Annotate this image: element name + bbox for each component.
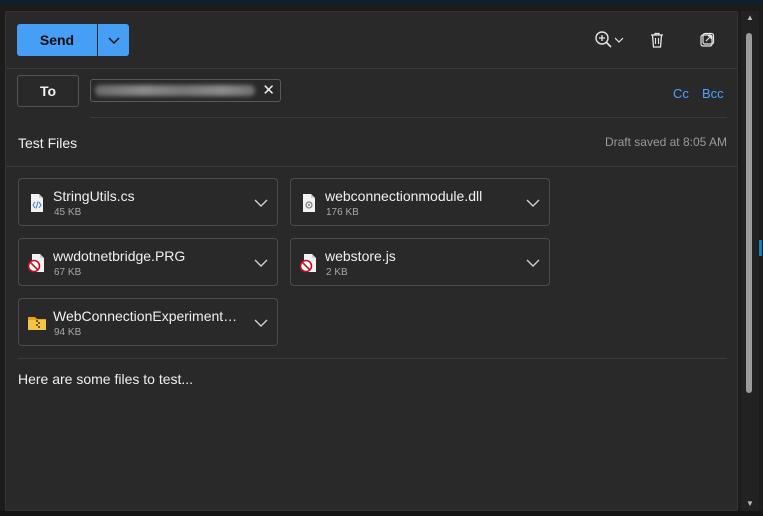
attachment-size: 45 KB xyxy=(54,207,82,218)
attachment-card[interactable]: StringUtils.cs 45 KB xyxy=(18,178,278,226)
recipient-divider xyxy=(90,117,727,118)
chevron-down-icon[interactable] xyxy=(253,315,269,331)
to-button[interactable]: To xyxy=(17,75,79,107)
recipient-chip[interactable]: ✕ xyxy=(90,79,281,102)
attachment-card[interactable]: webstore.js 2 KB xyxy=(290,238,550,286)
zoom-button[interactable] xyxy=(591,30,627,50)
delete-button[interactable] xyxy=(647,30,667,50)
send-button[interactable]: Send xyxy=(17,24,97,56)
settings-file-icon xyxy=(303,194,315,212)
zip-folder-icon xyxy=(28,317,46,330)
recipient-address-redacted xyxy=(95,85,255,96)
zoom-in-icon xyxy=(595,31,612,48)
attachment-card[interactable]: WebConnectionExperimental... 94 KB xyxy=(18,298,278,346)
attachment-size: 176 KB xyxy=(326,207,359,218)
chevron-down-icon xyxy=(614,37,624,43)
pop-out-icon xyxy=(700,32,715,47)
attachment-name: StringUtils.cs xyxy=(53,188,135,204)
attachment-size: 2 KB xyxy=(326,267,348,278)
window-top-strip xyxy=(0,0,763,4)
pop-out-button[interactable] xyxy=(697,30,717,50)
scroll-thumb[interactable] xyxy=(746,33,752,393)
attachments-divider xyxy=(18,358,727,359)
blocked-file-icon xyxy=(299,254,316,273)
blocked-file-icon xyxy=(27,254,44,273)
remove-recipient-icon[interactable]: ✕ xyxy=(262,82,275,99)
draft-status: Draft saved at 8:05 AM xyxy=(604,135,727,149)
chevron-down-icon[interactable] xyxy=(253,255,269,271)
window-edge-marker xyxy=(759,240,762,256)
scrollbar[interactable]: ▲ ▼ xyxy=(741,11,759,511)
delete-icon xyxy=(651,32,663,48)
message-body[interactable]: Here are some files to test... xyxy=(18,371,193,387)
attachment-name: WebConnectionExperimental... xyxy=(53,308,243,324)
chevron-down-icon[interactable] xyxy=(525,255,541,271)
scroll-up-icon[interactable]: ▲ xyxy=(745,13,755,23)
attachment-name: webstore.js xyxy=(325,248,396,264)
attachment-name: wwdotnetbridge.PRG xyxy=(53,248,186,264)
chevron-down-icon xyxy=(108,37,119,44)
attachment-size: 94 KB xyxy=(54,327,82,338)
attachment-card[interactable]: wwdotnetbridge.PRG 67 KB xyxy=(18,238,278,286)
attachment-card[interactable]: webconnectionmodule.dll 176 KB xyxy=(290,178,550,226)
cc-link[interactable]: Cc xyxy=(673,86,689,101)
code-file-icon xyxy=(31,194,43,212)
send-options-button[interactable] xyxy=(98,24,129,56)
subject-field[interactable]: Test Files xyxy=(18,135,77,151)
subject-divider xyxy=(6,166,737,167)
chevron-down-icon[interactable] xyxy=(253,195,269,211)
attachment-size: 67 KB xyxy=(54,267,82,278)
attachment-name: webconnectionmodule.dll xyxy=(325,188,483,204)
bcc-link[interactable]: Bcc xyxy=(702,86,724,101)
toolbar-divider xyxy=(6,68,737,69)
chevron-down-icon[interactable] xyxy=(525,195,541,211)
scroll-down-icon[interactable]: ▼ xyxy=(745,499,755,509)
window-bottom-strip xyxy=(0,511,763,516)
